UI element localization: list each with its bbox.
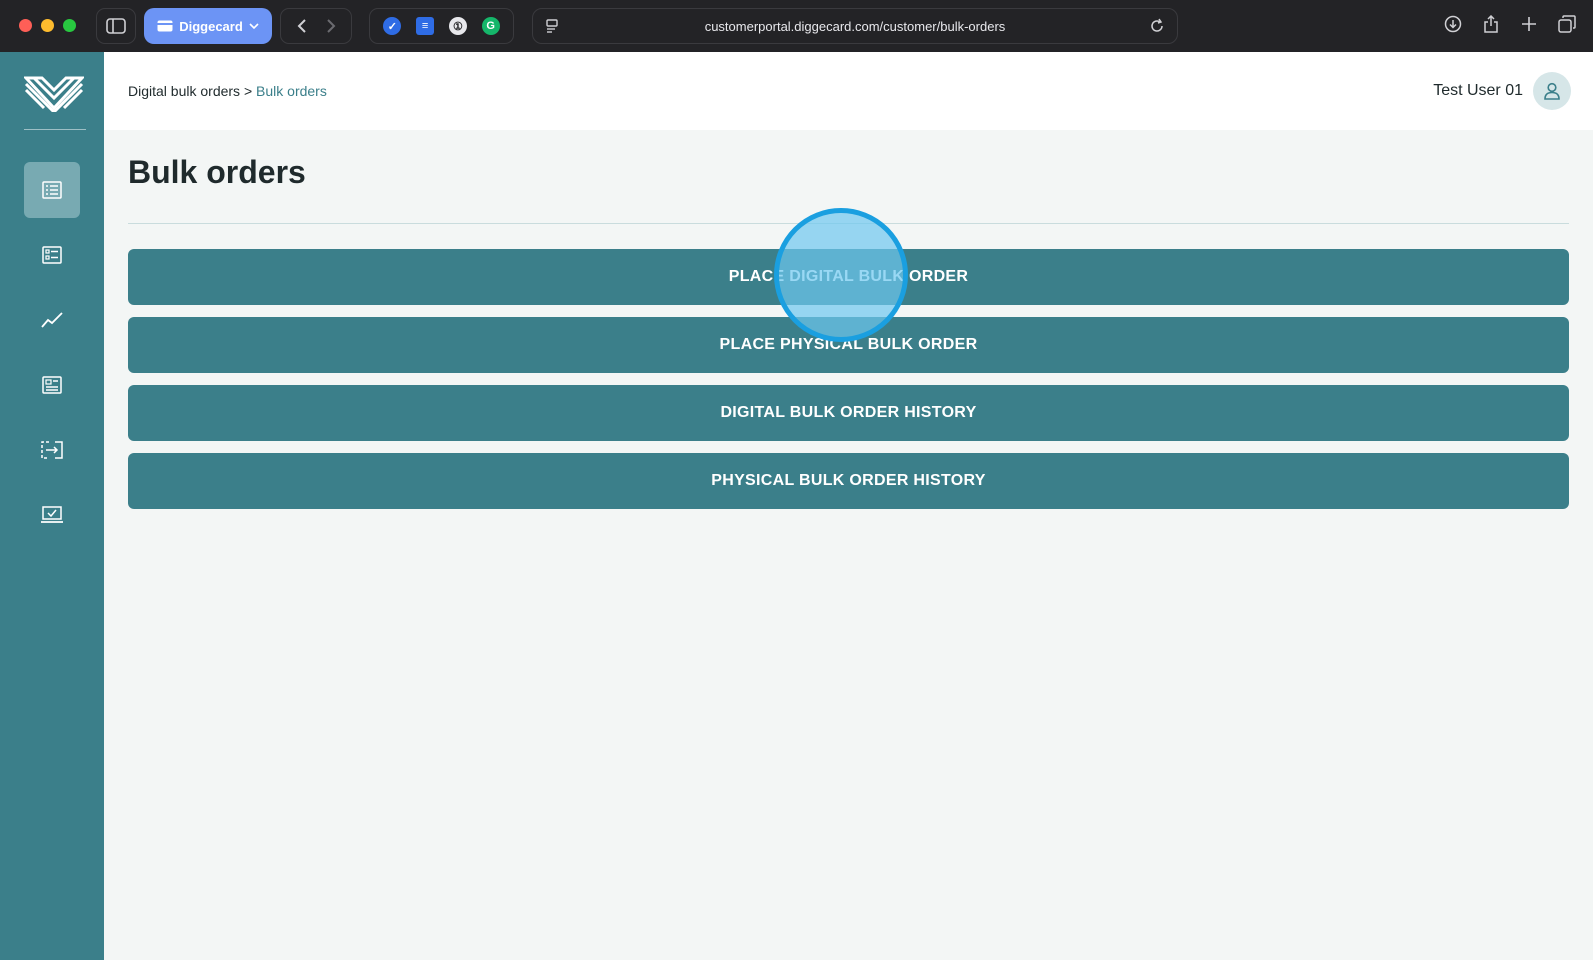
checklist-icon [42,246,62,264]
zoom-window-button[interactable] [63,19,76,32]
transfer-icon [41,441,63,459]
url-text: customerportal.diggecard.com/customer/bu… [704,18,1006,34]
card-icon [157,20,173,32]
navigation-buttons [280,8,352,44]
address-bar[interactable]: customerportal.diggecard.com/customer/bu… [532,8,1178,44]
window-controls [19,19,76,32]
sidebar-item-reports[interactable] [24,357,80,413]
breadcrumb-current[interactable]: Bulk orders [256,83,327,99]
physical-bulk-order-history-button[interactable]: PHYSICAL BULK ORDER HISTORY [128,453,1569,509]
breadcrumb: Digital bulk orders > Bulk orders [128,83,327,99]
checkmark-extension-icon[interactable]: ✓ [383,17,402,35]
browser-toolbar: Diggecard ✓ ≡ ① G customerportal.diggeca… [0,0,1593,52]
tab-group-button[interactable]: Diggecard [144,8,272,44]
sidebar-icon [106,18,126,34]
back-icon[interactable] [296,18,308,34]
app-header: Digital bulk orders > Bulk orders Test U… [104,52,1593,130]
new-tab-icon[interactable] [1519,14,1539,34]
laptop-check-icon [41,506,63,523]
chevron-down-icon [249,23,259,29]
sidebar-toggle-button[interactable] [96,8,136,44]
page-title: Bulk orders [128,154,306,190]
app-sidebar [0,52,104,960]
sidebar-item-transfers[interactable] [24,422,80,478]
password-manager-icon[interactable]: ① [448,17,467,35]
trend-chart-icon [41,312,63,328]
click-indicator [774,208,908,342]
grammar-extension-icon[interactable]: G [481,17,500,35]
sidebar-item-statistics[interactable] [24,292,80,348]
download-icon[interactable] [1443,14,1463,34]
close-window-button[interactable] [19,19,32,32]
tab-group-label: Diggecard [179,18,243,34]
diggecard-logo[interactable] [24,74,84,112]
avatar[interactable] [1533,72,1571,110]
digital-bulk-order-history-button[interactable]: DIGITAL BULK ORDER HISTORY [128,385,1569,441]
sidebar-item-bulk-orders[interactable] [24,162,80,218]
user-name: Test User 01 [1433,82,1523,99]
minimize-window-button[interactable] [41,19,54,32]
sidebar-item-redemptions[interactable] [24,487,80,543]
share-icon[interactable] [1481,14,1501,34]
report-icon [42,376,62,394]
tab-overview-icon[interactable] [1557,14,1577,34]
forward-icon[interactable] [325,18,337,34]
list-orders-icon [42,181,62,199]
checklist-extension-icon[interactable]: ≡ [416,17,435,35]
extensions-bar: ✓ ≡ ① G [369,8,514,44]
sidebar-item-orders[interactable] [24,227,80,283]
breadcrumb-parent-link[interactable]: Digital bulk orders [128,83,240,99]
breadcrumb-separator: > [243,83,253,99]
page-settings-icon[interactable] [545,18,561,34]
logo-divider [24,129,86,130]
user-icon [1544,82,1560,100]
browser-tools [1443,14,1577,34]
reload-icon[interactable] [1149,18,1165,34]
user-menu[interactable]: Test User 01 [1433,72,1571,110]
